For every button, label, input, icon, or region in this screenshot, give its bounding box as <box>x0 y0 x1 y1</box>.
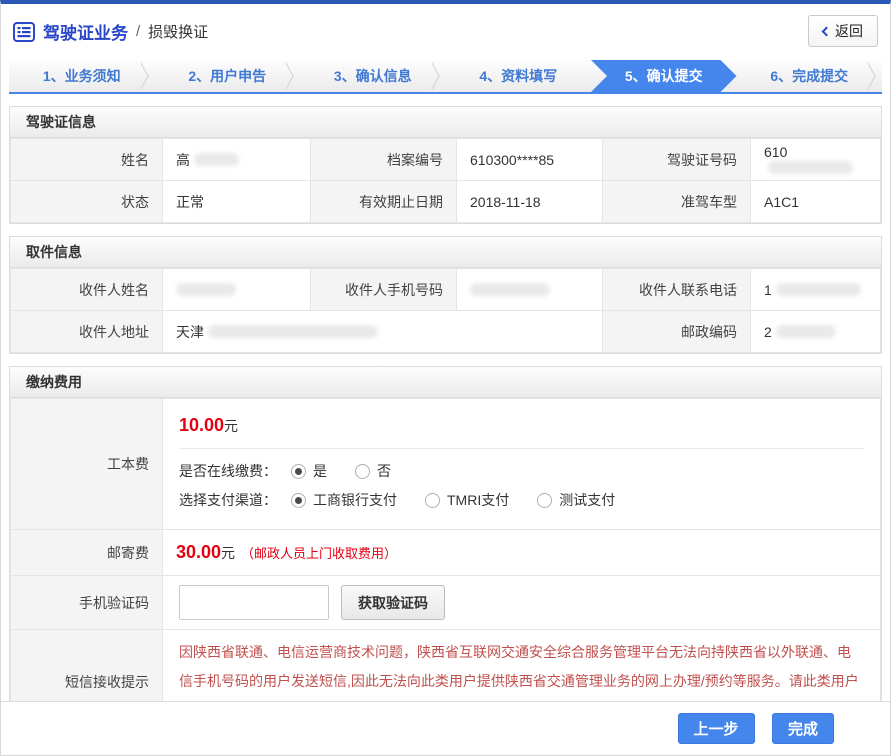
license-number-label: 驾驶证号码 <box>603 139 751 181</box>
postcode-value: 2 <box>751 311 881 353</box>
page-container: 驾驶证业务 / 损毁换证 返回 1、业务须知 2、用户申告 3、确认信息 4、资… <box>0 0 891 756</box>
redacted-value <box>776 325 836 338</box>
license-info-table: 姓名 高 档案编号 610300****85 驾驶证号码 610 状态 正常 有… <box>10 138 881 223</box>
radio-online-no-label[interactable]: 否 <box>377 461 391 481</box>
recipient-mobile-label: 收件人手机号码 <box>311 269 457 311</box>
recipient-phone-label: 收件人联系电话 <box>603 269 751 311</box>
radio-channel-icbc[interactable] <box>291 493 306 508</box>
step-5-confirm-submit[interactable]: 5、确认提交 <box>591 60 737 92</box>
step-1-business-notice[interactable]: 1、业务须知 <box>9 60 155 92</box>
postage-fee-cell: 30.00元 （邮政人员上门收取费用） <box>163 530 881 576</box>
redacted-value <box>176 283 236 296</box>
expiry-value: 2018-11-18 <box>457 181 603 223</box>
expiry-label: 有效期止日期 <box>311 181 457 223</box>
chevron-left-icon <box>822 27 832 37</box>
recipient-phone-value: 1 <box>751 269 881 311</box>
get-code-button[interactable]: 获取验证码 <box>341 585 445 620</box>
license-number-value: 610 <box>751 139 881 181</box>
redacted-value <box>768 161 853 174</box>
recipient-mobile-value <box>457 269 603 311</box>
production-fee-label: 工本费 <box>11 399 163 530</box>
table-row: 手机验证码 获取验证码 <box>11 576 881 630</box>
recipient-name-label: 收件人姓名 <box>11 269 163 311</box>
table-row: 邮寄费 30.00元 （邮政人员上门收取费用） <box>11 530 881 576</box>
online-pay-radio-group: 是否在线缴费： 是 否 <box>179 461 864 481</box>
table-row: 收件人地址 天津 邮政编码 2 <box>11 311 881 353</box>
recipient-name-value <box>163 269 311 311</box>
radio-channel-test-label[interactable]: 测试支付 <box>559 490 615 510</box>
back-button-label: 返回 <box>835 23 863 39</box>
redacted-value <box>470 283 550 296</box>
radio-online-yes-label[interactable]: 是 <box>313 461 327 481</box>
recipient-address-value: 天津 <box>163 311 603 353</box>
file-number-value: 610300****85 <box>457 139 603 181</box>
postage-note: （邮政人员上门收取费用） <box>241 546 397 561</box>
license-info-section: 驾驶证信息 姓名 高 档案编号 610300****85 驾驶证号码 610 状… <box>9 106 882 224</box>
production-fee-amount: 10.00元 <box>179 409 864 446</box>
sms-code-input[interactable] <box>179 585 329 620</box>
pickup-section-title: 取件信息 <box>10 237 881 268</box>
postage-currency: 元 <box>221 545 235 561</box>
breadcrumb: 驾驶证业务 / 损毁换证 <box>13 19 878 44</box>
vehicle-type-label: 准驾车型 <box>603 181 751 223</box>
radio-channel-tmri-label[interactable]: TMRI支付 <box>447 490 509 510</box>
breadcrumb-current: 损毁换证 <box>148 21 208 42</box>
previous-step-button[interactable]: 上一步 <box>678 713 755 744</box>
pay-channel-radio-group: 选择支付渠道： 工商银行支付 TMRI支付 测试支付 <box>179 490 864 510</box>
radio-online-yes[interactable] <box>291 464 306 479</box>
name-value: 高 <box>163 139 311 181</box>
vehicle-type-value: A1C1 <box>751 181 881 223</box>
online-pay-question: 是否在线缴费： <box>179 461 277 481</box>
radio-channel-icbc-label[interactable]: 工商银行支付 <box>313 490 397 510</box>
table-row: 姓名 高 档案编号 610300****85 驾驶证号码 610 <box>11 139 881 181</box>
fees-section: 缴纳费用 工本费 10.00元 是否在线缴费： 是 否 选择支付渠道： <box>9 366 882 736</box>
radio-channel-tmri[interactable] <box>425 493 440 508</box>
pickup-info-section: 取件信息 收件人姓名 收件人手机号码 收件人联系电话 1 收件人地址 天津 邮政… <box>9 236 882 354</box>
table-row: 收件人姓名 收件人手机号码 收件人联系电话 1 <box>11 269 881 311</box>
table-row: 状态 正常 有效期止日期 2018-11-18 准驾车型 A1C1 <box>11 181 881 223</box>
step-6-complete-submit[interactable]: 6、完成提交 <box>737 60 883 92</box>
pickup-info-table: 收件人姓名 收件人手机号码 收件人联系电话 1 收件人地址 天津 邮政编码 2 <box>10 268 881 353</box>
table-row: 工本费 10.00元 是否在线缴费： 是 否 选择支付渠道： 工商银行支付 <box>11 399 881 530</box>
postage-fee-amount: 30.00 <box>176 542 221 562</box>
redacted-value <box>208 325 378 338</box>
footer-action-bar: 上一步 完成 <box>1 701 890 755</box>
redacted-value <box>194 153 239 166</box>
wizard-step-bar: 1、业务须知 2、用户申告 3、确认信息 4、资料填写 5、确认提交 6、完成提… <box>9 60 882 94</box>
finish-button[interactable]: 完成 <box>772 713 834 744</box>
divider <box>179 448 864 449</box>
page-title: 驾驶证业务 <box>43 19 128 44</box>
sms-code-cell: 获取验证码 <box>163 576 881 630</box>
postage-fee-label: 邮寄费 <box>11 530 163 576</box>
status-value: 正常 <box>163 181 311 223</box>
sms-code-label: 手机验证码 <box>11 576 163 630</box>
pay-channel-question: 选择支付渠道： <box>179 490 277 510</box>
name-label: 姓名 <box>11 139 163 181</box>
file-number-label: 档案编号 <box>311 139 457 181</box>
radio-channel-test[interactable] <box>537 493 552 508</box>
step-2-user-declaration[interactable]: 2、用户申告 <box>155 60 301 92</box>
breadcrumb-separator: / <box>136 23 140 40</box>
form-list-icon <box>13 22 35 42</box>
fees-table: 工本费 10.00元 是否在线缴费： 是 否 选择支付渠道： 工商银行支付 <box>10 398 881 735</box>
step-4-fill-data[interactable]: 4、资料填写 <box>446 60 592 92</box>
radio-online-no[interactable] <box>355 464 370 479</box>
redacted-value <box>776 283 861 296</box>
license-section-title: 驾驶证信息 <box>10 107 881 138</box>
status-label: 状态 <box>11 181 163 223</box>
recipient-address-label: 收件人地址 <box>11 311 163 353</box>
postcode-label: 邮政编码 <box>603 311 751 353</box>
production-fee-cell: 10.00元 是否在线缴费： 是 否 选择支付渠道： 工商银行支付 <box>163 399 881 530</box>
top-bar: 驾驶证业务 / 损毁换证 返回 <box>1 4 890 60</box>
fees-section-title: 缴纳费用 <box>10 367 881 398</box>
step-3-confirm-info[interactable]: 3、确认信息 <box>300 60 446 92</box>
back-button[interactable]: 返回 <box>808 15 878 47</box>
